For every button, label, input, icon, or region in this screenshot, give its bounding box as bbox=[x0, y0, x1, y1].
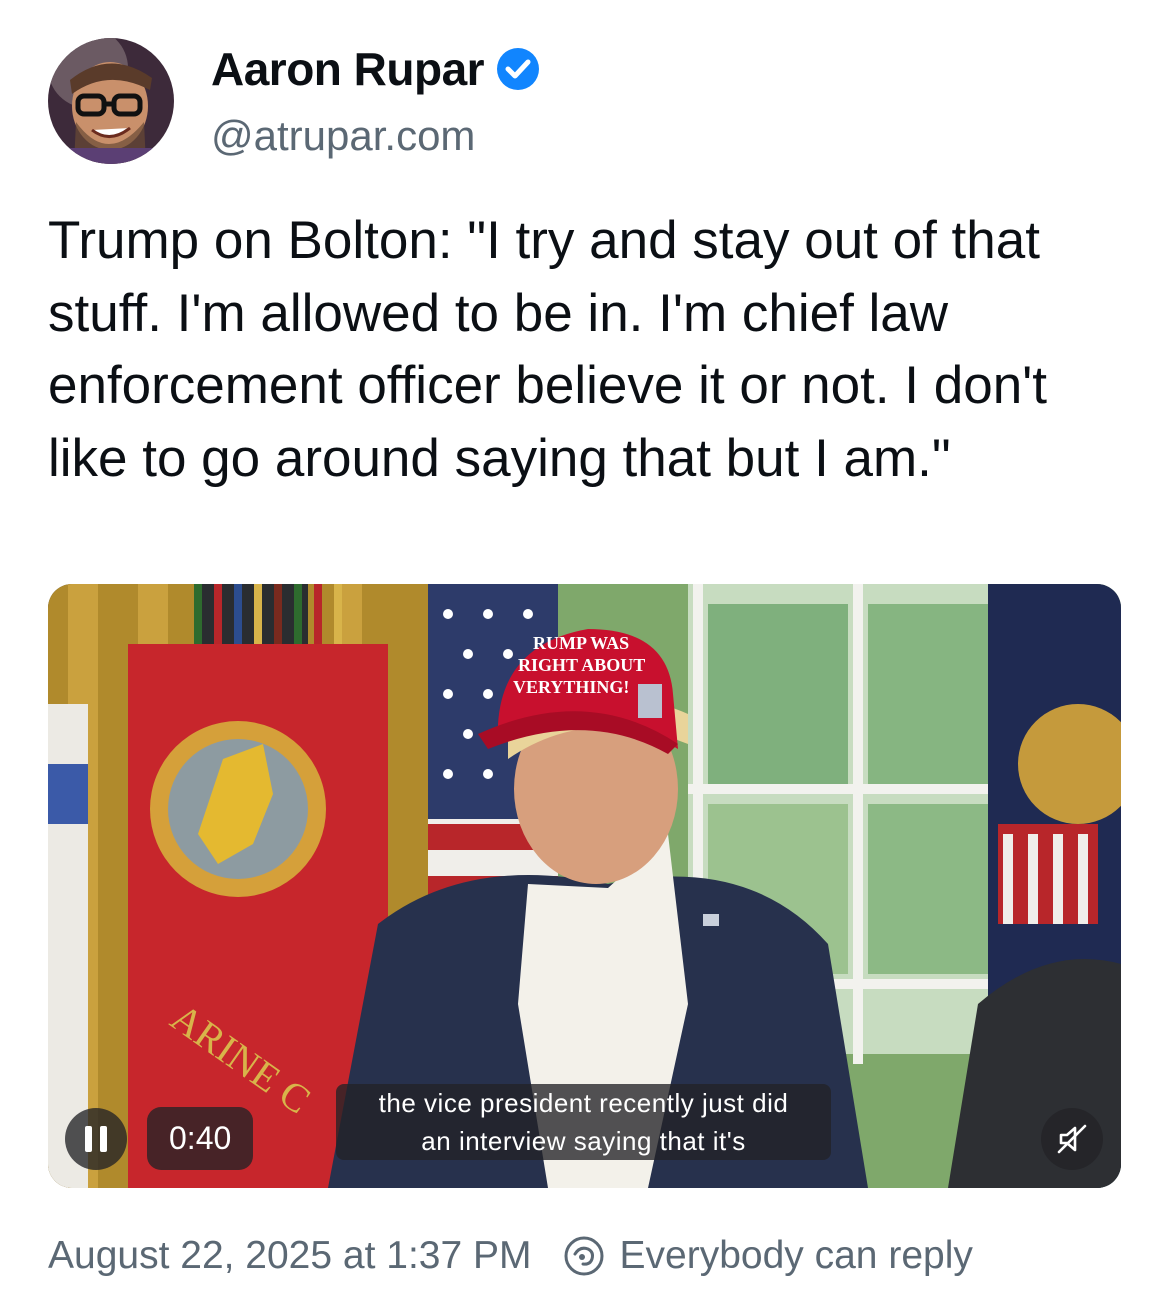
author-handle[interactable]: @atrupar.com bbox=[211, 112, 475, 160]
reply-setting[interactable]: Everybody can reply bbox=[620, 1234, 973, 1278]
avatar-image bbox=[48, 38, 174, 164]
hat-text-line1: RUMP WAS bbox=[533, 633, 629, 653]
hat-text-line3: VERYTHING! bbox=[513, 677, 629, 697]
caption-line-1: the vice president recently just did bbox=[378, 1088, 789, 1118]
post-text: Trump on Bolton: "I try and stay out of … bbox=[48, 211, 1048, 488]
pause-button[interactable] bbox=[65, 1108, 127, 1170]
video-caption: the vice president recently just did an … bbox=[336, 1084, 831, 1160]
author-name-row: Aaron Rupar bbox=[211, 42, 542, 96]
pause-icon bbox=[85, 1126, 107, 1152]
hat-text-line2: RIGHT ABOUT bbox=[518, 655, 645, 675]
caption-line-2: an interview saying that it's bbox=[421, 1126, 746, 1156]
post-footer: August 22, 2025 at 1:37 PM Everybody can… bbox=[48, 1234, 973, 1278]
reply-restriction-icon bbox=[564, 1236, 604, 1276]
video-elapsed-time: 0:40 bbox=[147, 1107, 254, 1170]
post-timestamp[interactable]: August 22, 2025 at 1:37 PM bbox=[48, 1234, 532, 1278]
author-display-name[interactable]: Aaron Rupar bbox=[211, 42, 485, 96]
verified-check-icon bbox=[497, 48, 540, 90]
video-player[interactable]: ARINE C RUMP WAS RIGHT ABOUT VERYTHING! … bbox=[48, 584, 1121, 1188]
speaker-muted-icon bbox=[1057, 1124, 1087, 1154]
avatar[interactable] bbox=[48, 38, 174, 164]
unmute-button[interactable] bbox=[1041, 1108, 1103, 1170]
